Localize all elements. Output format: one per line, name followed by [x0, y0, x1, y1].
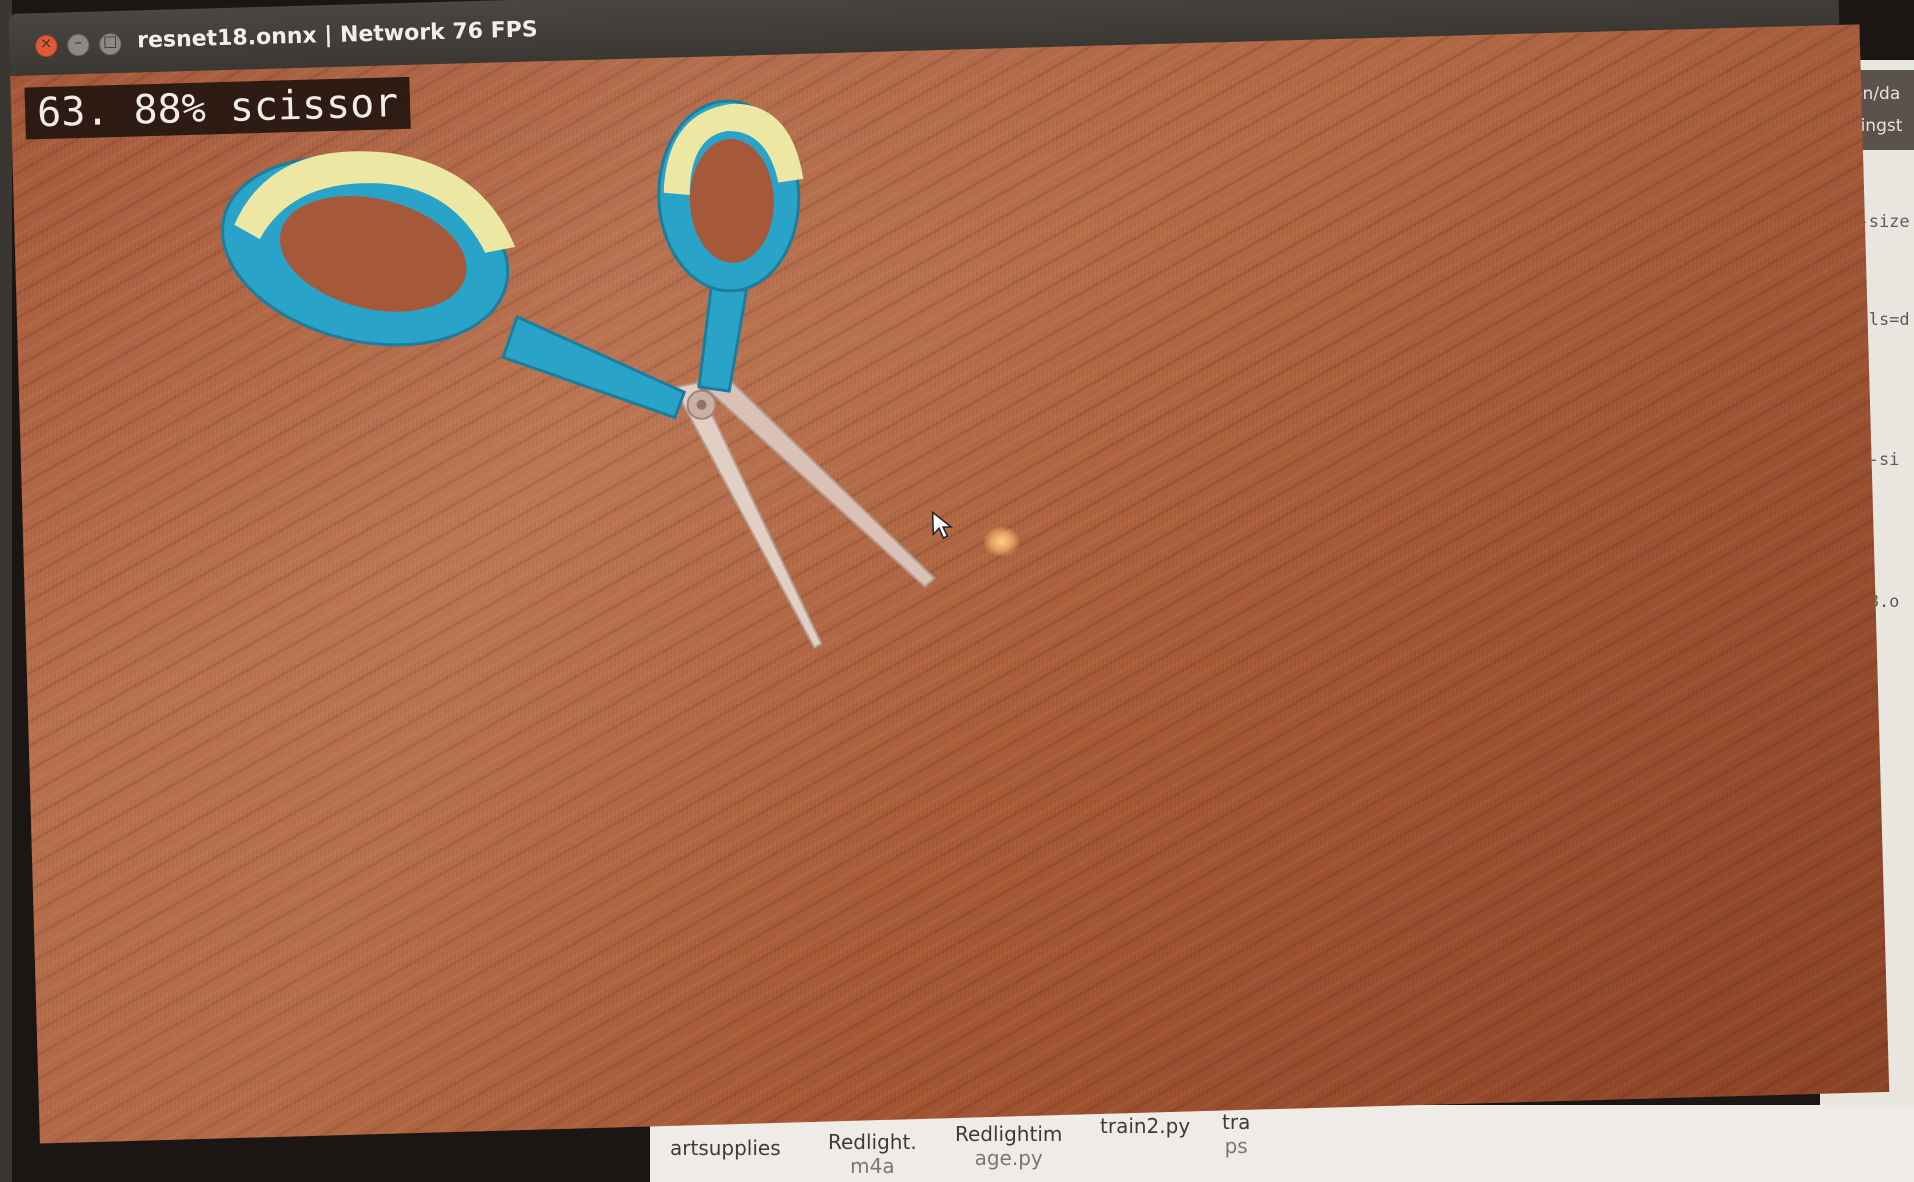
window-title: resnet18.onnx | Network 76 FPS — [136, 17, 539, 54]
file-item-redlightimage-py[interactable]: Redlightim age.py — [955, 1122, 1062, 1170]
scissors-icon — [221, 99, 936, 650]
file-ext: age.py — [974, 1146, 1043, 1170]
close-icon: × — [39, 33, 53, 53]
minimize-icon: – — [74, 32, 83, 52]
inference-window: × – □ resnet18.onnx | Network 76 FPS 63.… — [8, 0, 1901, 1150]
file-item-tra[interactable]: tra ps — [1222, 1110, 1250, 1158]
file-item-artsupplies[interactable]: artsupplies — [670, 1136, 781, 1160]
scissor-handle-right — [657, 99, 804, 393]
maximize-button[interactable]: □ — [98, 31, 122, 56]
file-name: Redlightim — [955, 1122, 1063, 1146]
file-name: Redlight. — [828, 1130, 917, 1154]
file-name: artsupplies — [670, 1136, 781, 1160]
maximize-icon: □ — [102, 31, 118, 51]
camera-feed: 63. 88% scissor — [10, 24, 1890, 1144]
file-ext: m4a — [850, 1154, 895, 1178]
minimize-button[interactable]: – — [66, 32, 90, 57]
file-item-redlight-m4a[interactable]: Redlight. m4a — [828, 1130, 917, 1178]
light-reflection — [983, 525, 1020, 557]
scissor-blades — [672, 373, 936, 650]
file-ext: ps — [1224, 1134, 1248, 1158]
mouse-cursor-icon — [931, 510, 954, 540]
desktop-left-edge — [0, 0, 12, 1182]
scissor-handle-left — [221, 151, 687, 420]
close-button[interactable]: × — [34, 33, 58, 58]
